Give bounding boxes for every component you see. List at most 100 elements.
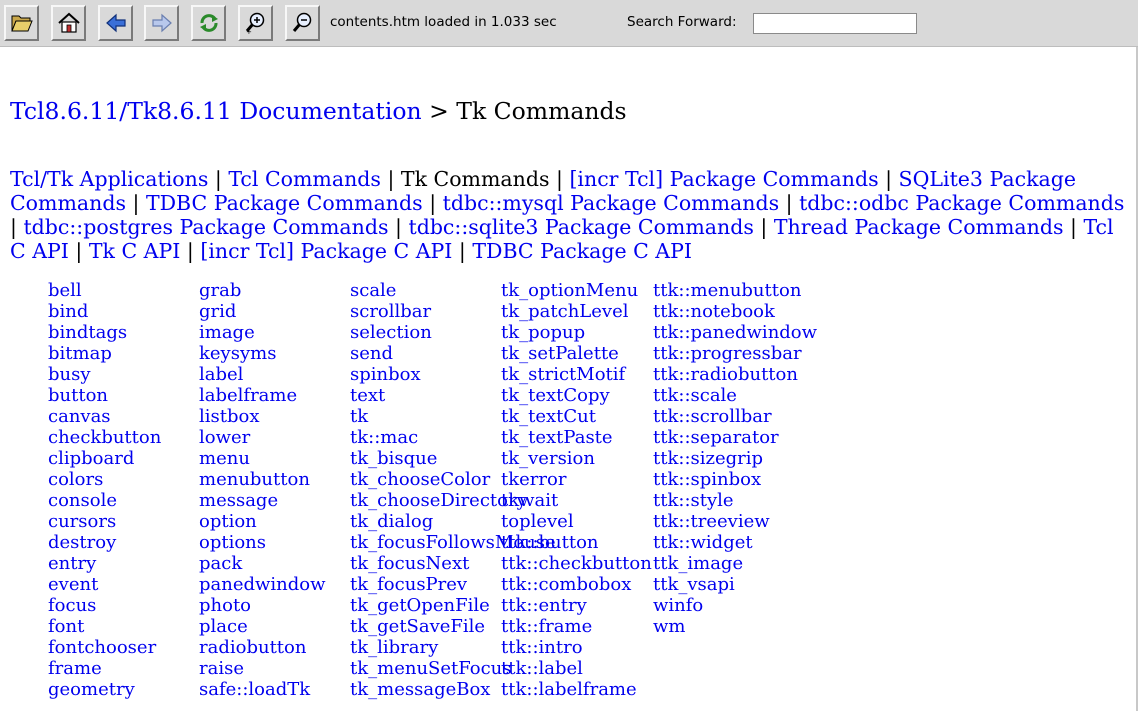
- command-link[interactable]: tk_optionMenu: [501, 280, 652, 301]
- nav-category-link[interactable]: [incr Tcl] Package Commands: [569, 167, 878, 191]
- command-link[interactable]: busy: [48, 364, 161, 385]
- command-link[interactable]: ttk::checkbutton: [501, 553, 652, 574]
- nav-category-link[interactable]: TDBC Package Commands: [146, 191, 423, 215]
- command-link[interactable]: tk_strictMotif: [501, 364, 652, 385]
- home-button[interactable]: [51, 5, 86, 41]
- nav-category-link[interactable]: Tcl Commands: [228, 167, 381, 191]
- command-link[interactable]: tkwait: [501, 490, 652, 511]
- command-link[interactable]: ttk::style: [653, 490, 817, 511]
- command-link[interactable]: ttk::sizegrip: [653, 448, 817, 469]
- command-link[interactable]: options: [199, 532, 326, 553]
- zoom-in-button[interactable]: +: [238, 5, 273, 41]
- command-link[interactable]: tk_popup: [501, 322, 652, 343]
- command-link[interactable]: font: [48, 616, 161, 637]
- command-link[interactable]: colors: [48, 469, 161, 490]
- command-link[interactable]: geometry: [48, 679, 161, 700]
- command-link[interactable]: canvas: [48, 406, 161, 427]
- command-link[interactable]: ttk_vsapi: [653, 574, 817, 595]
- command-link[interactable]: tk_version: [501, 448, 652, 469]
- command-link[interactable]: radiobutton: [199, 637, 326, 658]
- command-link[interactable]: grid: [199, 301, 326, 322]
- command-link[interactable]: event: [48, 574, 161, 595]
- command-link[interactable]: tkerror: [501, 469, 652, 490]
- nav-category-link[interactable]: Tcl/Tk Applications: [10, 167, 208, 191]
- command-link[interactable]: entry: [48, 553, 161, 574]
- command-link[interactable]: panedwindow: [199, 574, 326, 595]
- command-link[interactable]: ttk_image: [653, 553, 817, 574]
- command-link[interactable]: message: [199, 490, 326, 511]
- command-link[interactable]: menubutton: [199, 469, 326, 490]
- command-link[interactable]: focus: [48, 595, 161, 616]
- command-link[interactable]: clipboard: [48, 448, 161, 469]
- command-link[interactable]: image: [199, 322, 326, 343]
- command-link[interactable]: console: [48, 490, 161, 511]
- command-link[interactable]: destroy: [48, 532, 161, 553]
- command-link[interactable]: ttk::label: [501, 658, 652, 679]
- command-link[interactable]: tk_textCut: [501, 406, 652, 427]
- command-link[interactable]: safe::loadTk: [199, 679, 326, 700]
- nav-category-link[interactable]: tdbc::mysql Package Commands: [443, 191, 779, 215]
- command-link[interactable]: wm: [653, 616, 817, 637]
- back-button[interactable]: [98, 5, 133, 41]
- command-link[interactable]: ttk::notebook: [653, 301, 817, 322]
- nav-category-link[interactable]: TDBC Package C API: [472, 239, 692, 263]
- command-link[interactable]: option: [199, 511, 326, 532]
- command-link[interactable]: ttk::intro: [501, 637, 652, 658]
- nav-category-link[interactable]: tdbc::sqlite3 Package Commands: [408, 215, 753, 239]
- command-link[interactable]: grab: [199, 280, 326, 301]
- command-link[interactable]: tk_setPalette: [501, 343, 652, 364]
- command-link[interactable]: lower: [199, 427, 326, 448]
- command-link[interactable]: tk_textCopy: [501, 385, 652, 406]
- command-link[interactable]: winfo: [653, 595, 817, 616]
- command-link[interactable]: place: [199, 616, 326, 637]
- command-link[interactable]: pack: [199, 553, 326, 574]
- back-arrow-icon: [105, 13, 127, 33]
- command-link[interactable]: ttk::button: [501, 532, 652, 553]
- command-link[interactable]: ttk::separator: [653, 427, 817, 448]
- command-link[interactable]: ttk::labelframe: [501, 679, 652, 700]
- command-link[interactable]: ttk::progressbar: [653, 343, 817, 364]
- nav-category-link[interactable]: tdbc::postgres Package Commands: [23, 215, 388, 239]
- command-link[interactable]: keysyms: [199, 343, 326, 364]
- command-link[interactable]: bindtags: [48, 322, 161, 343]
- command-link[interactable]: ttk::scrollbar: [653, 406, 817, 427]
- command-link[interactable]: tk_patchLevel: [501, 301, 652, 322]
- command-link[interactable]: label: [199, 364, 326, 385]
- nav-category-link[interactable]: Tk C API: [89, 239, 181, 263]
- command-link[interactable]: fontchooser: [48, 637, 161, 658]
- reload-button[interactable]: [191, 5, 226, 41]
- command-link[interactable]: labelframe: [199, 385, 326, 406]
- command-link[interactable]: bell: [48, 280, 161, 301]
- command-link[interactable]: raise: [199, 658, 326, 679]
- command-link[interactable]: bitmap: [48, 343, 161, 364]
- command-link[interactable]: button: [48, 385, 161, 406]
- command-link[interactable]: bind: [48, 301, 161, 322]
- nav-category-link[interactable]: tdbc::odbc Package Commands: [799, 191, 1124, 215]
- command-link[interactable]: ttk::frame: [501, 616, 652, 637]
- command-link[interactable]: ttk::widget: [653, 532, 817, 553]
- search-input[interactable]: [753, 13, 917, 34]
- command-link[interactable]: ttk::treeview: [653, 511, 817, 532]
- command-link[interactable]: cursors: [48, 511, 161, 532]
- command-link[interactable]: ttk::panedwindow: [653, 322, 817, 343]
- command-link[interactable]: checkbutton: [48, 427, 161, 448]
- command-link[interactable]: menu: [199, 448, 326, 469]
- command-link[interactable]: ttk::combobox: [501, 574, 652, 595]
- command-link[interactable]: listbox: [199, 406, 326, 427]
- forward-button[interactable]: [144, 5, 179, 41]
- command-link[interactable]: ttk::menubutton: [653, 280, 817, 301]
- nav-category-link[interactable]: Thread Package Commands: [774, 215, 1064, 239]
- command-link[interactable]: ttk::radiobutton: [653, 364, 817, 385]
- nav-separator: |: [68, 239, 89, 263]
- nav-category-link[interactable]: [incr Tcl] Package C API: [200, 239, 452, 263]
- command-link[interactable]: ttk::entry: [501, 595, 652, 616]
- command-link[interactable]: ttk::spinbox: [653, 469, 817, 490]
- command-link[interactable]: frame: [48, 658, 161, 679]
- breadcrumb-link[interactable]: Tcl8.6.11/Tk8.6.11 Documentation: [10, 97, 422, 125]
- command-link[interactable]: tk_textPaste: [501, 427, 652, 448]
- zoom-out-button[interactable]: [285, 5, 320, 41]
- command-link[interactable]: toplevel: [501, 511, 652, 532]
- command-link[interactable]: photo: [199, 595, 326, 616]
- command-link[interactable]: ttk::scale: [653, 385, 817, 406]
- open-button[interactable]: [4, 5, 39, 41]
